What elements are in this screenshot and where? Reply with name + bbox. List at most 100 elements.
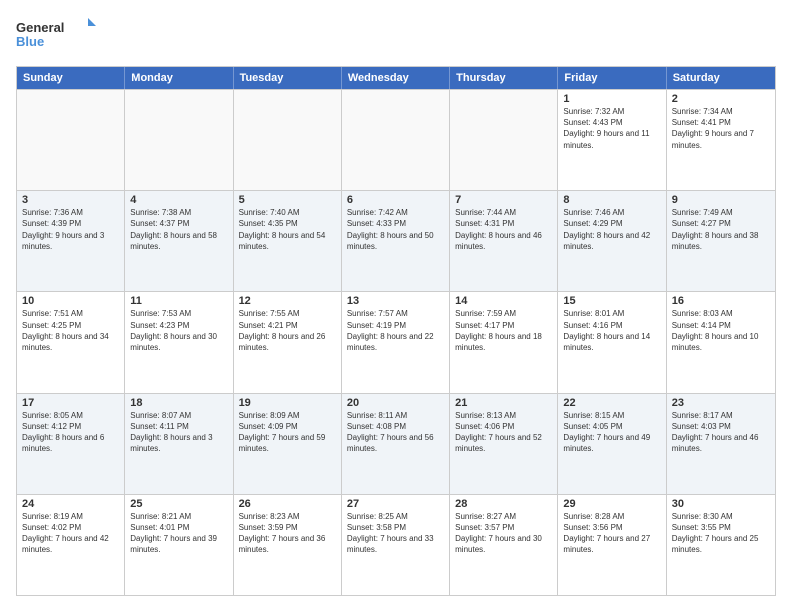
calendar-row: 10Sunrise: 7:51 AM Sunset: 4:25 PM Dayli… bbox=[17, 291, 775, 392]
day-info: Sunrise: 7:49 AM Sunset: 4:27 PM Dayligh… bbox=[672, 207, 770, 252]
day-info: Sunrise: 8:01 AM Sunset: 4:16 PM Dayligh… bbox=[563, 308, 660, 353]
day-info: Sunrise: 7:51 AM Sunset: 4:25 PM Dayligh… bbox=[22, 308, 119, 353]
day-number: 5 bbox=[239, 194, 336, 206]
svg-text:General: General bbox=[16, 20, 64, 35]
day-info: Sunrise: 8:27 AM Sunset: 3:57 PM Dayligh… bbox=[455, 511, 552, 556]
day-number: 28 bbox=[455, 498, 552, 510]
day-number: 1 bbox=[563, 93, 660, 105]
day-info: Sunrise: 7:40 AM Sunset: 4:35 PM Dayligh… bbox=[239, 207, 336, 252]
day-number: 3 bbox=[22, 194, 119, 206]
day-info: Sunrise: 8:30 AM Sunset: 3:55 PM Dayligh… bbox=[672, 511, 770, 556]
day-info: Sunrise: 7:42 AM Sunset: 4:33 PM Dayligh… bbox=[347, 207, 444, 252]
calendar-cell bbox=[450, 90, 558, 190]
calendar-cell: 13Sunrise: 7:57 AM Sunset: 4:19 PM Dayli… bbox=[342, 292, 450, 392]
calendar-cell: 14Sunrise: 7:59 AM Sunset: 4:17 PM Dayli… bbox=[450, 292, 558, 392]
calendar-header-day: Sunday bbox=[17, 67, 125, 89]
day-info: Sunrise: 8:09 AM Sunset: 4:09 PM Dayligh… bbox=[239, 410, 336, 455]
calendar-body: 1Sunrise: 7:32 AM Sunset: 4:43 PM Daylig… bbox=[17, 89, 775, 595]
svg-text:Blue: Blue bbox=[16, 34, 44, 49]
day-number: 11 bbox=[130, 295, 227, 307]
day-info: Sunrise: 7:44 AM Sunset: 4:31 PM Dayligh… bbox=[455, 207, 552, 252]
day-number: 29 bbox=[563, 498, 660, 510]
calendar-header-day: Monday bbox=[125, 67, 233, 89]
calendar-cell: 21Sunrise: 8:13 AM Sunset: 4:06 PM Dayli… bbox=[450, 394, 558, 494]
day-info: Sunrise: 8:21 AM Sunset: 4:01 PM Dayligh… bbox=[130, 511, 227, 556]
day-number: 13 bbox=[347, 295, 444, 307]
calendar-cell: 27Sunrise: 8:25 AM Sunset: 3:58 PM Dayli… bbox=[342, 495, 450, 595]
calendar-cell: 5Sunrise: 7:40 AM Sunset: 4:35 PM Daylig… bbox=[234, 191, 342, 291]
day-number: 17 bbox=[22, 397, 119, 409]
calendar-cell: 17Sunrise: 8:05 AM Sunset: 4:12 PM Dayli… bbox=[17, 394, 125, 494]
calendar-cell: 4Sunrise: 7:38 AM Sunset: 4:37 PM Daylig… bbox=[125, 191, 233, 291]
calendar-cell: 16Sunrise: 8:03 AM Sunset: 4:14 PM Dayli… bbox=[667, 292, 775, 392]
calendar-cell: 6Sunrise: 7:42 AM Sunset: 4:33 PM Daylig… bbox=[342, 191, 450, 291]
day-info: Sunrise: 8:07 AM Sunset: 4:11 PM Dayligh… bbox=[130, 410, 227, 455]
day-number: 6 bbox=[347, 194, 444, 206]
calendar-header-day: Thursday bbox=[450, 67, 558, 89]
calendar-cell bbox=[234, 90, 342, 190]
calendar-cell: 18Sunrise: 8:07 AM Sunset: 4:11 PM Dayli… bbox=[125, 394, 233, 494]
day-info: Sunrise: 7:46 AM Sunset: 4:29 PM Dayligh… bbox=[563, 207, 660, 252]
day-info: Sunrise: 7:55 AM Sunset: 4:21 PM Dayligh… bbox=[239, 308, 336, 353]
calendar-header: SundayMondayTuesdayWednesdayThursdayFrid… bbox=[17, 67, 775, 89]
calendar-cell: 12Sunrise: 7:55 AM Sunset: 4:21 PM Dayli… bbox=[234, 292, 342, 392]
logo-svg: General Blue bbox=[16, 16, 96, 56]
day-number: 26 bbox=[239, 498, 336, 510]
day-info: Sunrise: 8:11 AM Sunset: 4:08 PM Dayligh… bbox=[347, 410, 444, 455]
day-info: Sunrise: 8:03 AM Sunset: 4:14 PM Dayligh… bbox=[672, 308, 770, 353]
day-info: Sunrise: 8:15 AM Sunset: 4:05 PM Dayligh… bbox=[563, 410, 660, 455]
calendar-cell: 28Sunrise: 8:27 AM Sunset: 3:57 PM Dayli… bbox=[450, 495, 558, 595]
logo: General Blue bbox=[16, 16, 96, 56]
day-number: 25 bbox=[130, 498, 227, 510]
day-info: Sunrise: 7:36 AM Sunset: 4:39 PM Dayligh… bbox=[22, 207, 119, 252]
day-number: 21 bbox=[455, 397, 552, 409]
calendar-header-day: Wednesday bbox=[342, 67, 450, 89]
calendar-cell: 20Sunrise: 8:11 AM Sunset: 4:08 PM Dayli… bbox=[342, 394, 450, 494]
day-info: Sunrise: 8:05 AM Sunset: 4:12 PM Dayligh… bbox=[22, 410, 119, 455]
day-info: Sunrise: 8:25 AM Sunset: 3:58 PM Dayligh… bbox=[347, 511, 444, 556]
calendar-cell: 8Sunrise: 7:46 AM Sunset: 4:29 PM Daylig… bbox=[558, 191, 666, 291]
day-info: Sunrise: 8:17 AM Sunset: 4:03 PM Dayligh… bbox=[672, 410, 770, 455]
day-number: 19 bbox=[239, 397, 336, 409]
header: General Blue bbox=[16, 16, 776, 56]
day-info: Sunrise: 8:19 AM Sunset: 4:02 PM Dayligh… bbox=[22, 511, 119, 556]
day-number: 23 bbox=[672, 397, 770, 409]
day-info: Sunrise: 7:57 AM Sunset: 4:19 PM Dayligh… bbox=[347, 308, 444, 353]
calendar-cell: 10Sunrise: 7:51 AM Sunset: 4:25 PM Dayli… bbox=[17, 292, 125, 392]
day-number: 8 bbox=[563, 194, 660, 206]
day-info: Sunrise: 8:13 AM Sunset: 4:06 PM Dayligh… bbox=[455, 410, 552, 455]
calendar-row: 17Sunrise: 8:05 AM Sunset: 4:12 PM Dayli… bbox=[17, 393, 775, 494]
day-info: Sunrise: 7:59 AM Sunset: 4:17 PM Dayligh… bbox=[455, 308, 552, 353]
calendar-header-day: Saturday bbox=[667, 67, 775, 89]
day-number: 2 bbox=[672, 93, 770, 105]
day-number: 4 bbox=[130, 194, 227, 206]
calendar-cell: 23Sunrise: 8:17 AM Sunset: 4:03 PM Dayli… bbox=[667, 394, 775, 494]
day-number: 24 bbox=[22, 498, 119, 510]
day-number: 22 bbox=[563, 397, 660, 409]
day-number: 14 bbox=[455, 295, 552, 307]
calendar-row: 24Sunrise: 8:19 AM Sunset: 4:02 PM Dayli… bbox=[17, 494, 775, 595]
calendar-cell: 30Sunrise: 8:30 AM Sunset: 3:55 PM Dayli… bbox=[667, 495, 775, 595]
day-number: 18 bbox=[130, 397, 227, 409]
calendar-cell: 29Sunrise: 8:28 AM Sunset: 3:56 PM Dayli… bbox=[558, 495, 666, 595]
day-info: Sunrise: 7:53 AM Sunset: 4:23 PM Dayligh… bbox=[130, 308, 227, 353]
day-info: Sunrise: 8:23 AM Sunset: 3:59 PM Dayligh… bbox=[239, 511, 336, 556]
calendar-cell: 24Sunrise: 8:19 AM Sunset: 4:02 PM Dayli… bbox=[17, 495, 125, 595]
day-info: Sunrise: 7:34 AM Sunset: 4:41 PM Dayligh… bbox=[672, 106, 770, 151]
calendar-cell: 26Sunrise: 8:23 AM Sunset: 3:59 PM Dayli… bbox=[234, 495, 342, 595]
calendar-row: 3Sunrise: 7:36 AM Sunset: 4:39 PM Daylig… bbox=[17, 190, 775, 291]
calendar-cell: 2Sunrise: 7:34 AM Sunset: 4:41 PM Daylig… bbox=[667, 90, 775, 190]
day-number: 7 bbox=[455, 194, 552, 206]
day-number: 10 bbox=[22, 295, 119, 307]
calendar-cell bbox=[342, 90, 450, 190]
calendar-cell: 15Sunrise: 8:01 AM Sunset: 4:16 PM Dayli… bbox=[558, 292, 666, 392]
day-number: 27 bbox=[347, 498, 444, 510]
calendar-cell: 22Sunrise: 8:15 AM Sunset: 4:05 PM Dayli… bbox=[558, 394, 666, 494]
calendar-cell: 25Sunrise: 8:21 AM Sunset: 4:01 PM Dayli… bbox=[125, 495, 233, 595]
day-number: 9 bbox=[672, 194, 770, 206]
calendar-header-day: Friday bbox=[558, 67, 666, 89]
calendar-cell: 7Sunrise: 7:44 AM Sunset: 4:31 PM Daylig… bbox=[450, 191, 558, 291]
day-number: 30 bbox=[672, 498, 770, 510]
calendar-row: 1Sunrise: 7:32 AM Sunset: 4:43 PM Daylig… bbox=[17, 89, 775, 190]
day-number: 15 bbox=[563, 295, 660, 307]
